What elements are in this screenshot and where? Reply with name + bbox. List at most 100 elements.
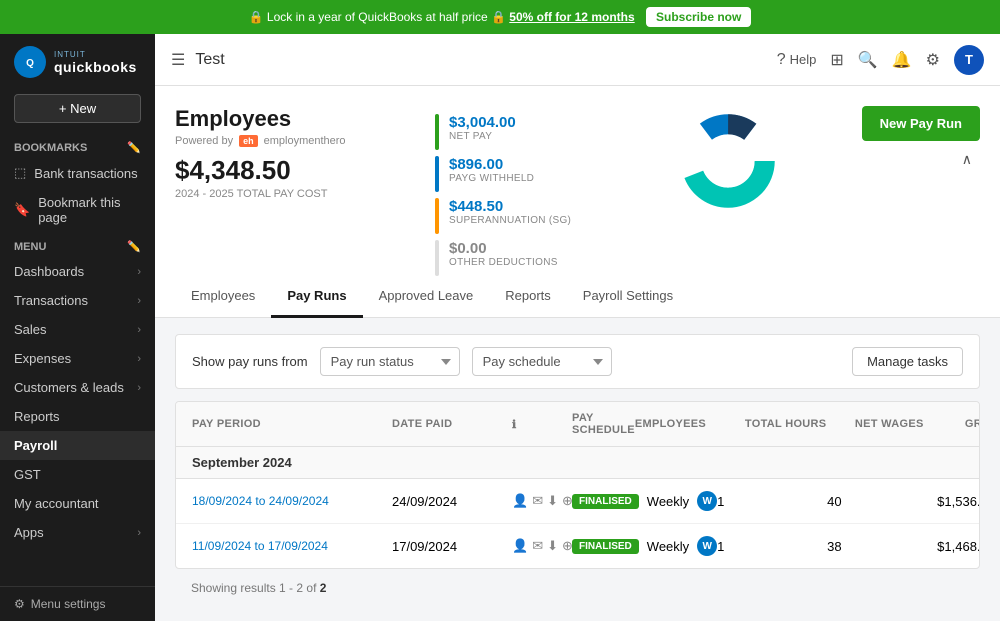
donut-chart (673, 106, 783, 216)
collapse-button[interactable]: ∧ (954, 147, 980, 172)
tab-approved-leave[interactable]: Approved Leave (363, 276, 490, 318)
total-pay-label: 2024 - 2025 TOTAL PAY COST (175, 188, 395, 200)
table-group-header: September 2024 (176, 447, 979, 479)
tab-pay-runs[interactable]: Pay Runs (271, 276, 362, 318)
payg-label: PAYG WITHHELD (449, 173, 534, 184)
sidebar-item-dashboards[interactable]: Dashboards › (0, 257, 155, 286)
help-button[interactable]: ? Help (777, 51, 817, 69)
schedule-cell-2: FINALISED Weekly W (572, 536, 717, 556)
date-paid-2: 17/09/2024 (392, 539, 512, 554)
date-paid-1: 24/09/2024 (392, 494, 512, 509)
bookmarks-label: BOOKMARKS (14, 142, 87, 154)
deductions-amount: $0.00 (449, 240, 558, 257)
sidebar: Q intuit quickbooks + New BOOKMARKS ✏️ ⬚… (0, 34, 155, 621)
settings-button[interactable]: ⚙ (926, 50, 940, 70)
avatar-letter: T (965, 52, 973, 67)
pay-period-link-2[interactable]: 11/09/2024 to 17/09/2024 (192, 539, 392, 553)
gear-icon: ⚙ (926, 50, 940, 70)
group-label: September 2024 (192, 455, 292, 470)
donut-center (702, 134, 755, 187)
col-icons: ℹ (512, 418, 572, 431)
net-wages-2: $1,468.00 (937, 539, 980, 554)
employees-count-1: 1 (717, 494, 827, 509)
table-row: 11/09/2024 to 17/09/2024 17/09/2024 👤 ✉ … (176, 524, 979, 568)
new-button[interactable]: + New (14, 94, 141, 123)
tab-payroll-settings[interactable]: Payroll Settings (567, 276, 689, 318)
pay-runs-table: PAY PERIOD DATE PAID ℹ PAY SCHEDULE EMPL… (175, 401, 980, 569)
employees-count-2: 1 (717, 539, 827, 554)
schedule-name-2: Weekly (647, 539, 689, 554)
row-action-person-icon[interactable]: 👤 (512, 493, 528, 509)
sidebar-item-my-accountant[interactable]: My accountant (0, 489, 155, 518)
chevron-right-icon: › (137, 295, 141, 307)
sidebar-reports-label: Reports (14, 409, 60, 424)
sidebar-item-sales[interactable]: Sales › (0, 315, 155, 344)
weekly-badge-1: W (697, 491, 717, 511)
col-total-hours: TOTAL HOURS (745, 418, 855, 430)
sidebar-item-payroll[interactable]: Payroll (0, 431, 155, 460)
powered-by-text: Powered by (175, 135, 233, 147)
right-panel: ☰ Test ? Help ⊞ 🔍 🔔 (155, 34, 1000, 621)
payg-amount: $896.00 (449, 156, 534, 173)
bookmark-icon: 🔖 (14, 202, 30, 218)
pay-period-link-1[interactable]: 18/09/2024 to 24/09/2024 (192, 494, 392, 508)
payroll-header: Employees Powered by eh employmenthero $… (155, 86, 1000, 276)
row-actions-2: 👤 ✉ ⬇ ⊕ (512, 538, 572, 554)
row-action-person-icon[interactable]: 👤 (512, 538, 528, 554)
help-circle-icon: ? (777, 51, 786, 69)
menu-settings-label: Menu settings (31, 597, 106, 611)
sidebar-item-apps[interactable]: Apps › (0, 518, 155, 547)
user-avatar-button[interactable]: T (954, 45, 984, 75)
apps-grid-button[interactable]: ⊞ (830, 50, 843, 70)
banner-link[interactable]: 50% off for 12 months (509, 10, 634, 24)
finalised-badge-2: FINALISED (572, 539, 639, 554)
sidebar-item-reports[interactable]: Reports (0, 402, 155, 431)
new-pay-run-button[interactable]: New Pay Run (862, 106, 980, 141)
menu-settings-item[interactable]: ⚙ Menu settings (0, 586, 155, 621)
finalised-badge-1: FINALISED (572, 494, 639, 509)
sidebar-item-bank-transactions[interactable]: ⬚ Bank transactions (0, 158, 155, 188)
sidebar-item-transactions[interactable]: Transactions › (0, 286, 155, 315)
bookmarks-edit-icon: ✏️ (127, 141, 141, 154)
manage-tasks-button[interactable]: Manage tasks (852, 347, 963, 376)
table-header: PAY PERIOD DATE PAID ℹ PAY SCHEDULE EMPL… (176, 402, 979, 447)
sidebar-transactions-label: Transactions (14, 293, 88, 308)
menu-section-header[interactable]: MENU ✏️ (0, 232, 155, 257)
sidebar-dashboards-label: Dashboards (14, 264, 84, 279)
search-button[interactable]: 🔍 (858, 50, 878, 70)
showing-results: Showing results 1 - 2 of 2 (175, 569, 980, 595)
pay-schedule-select[interactable]: Pay schedule (472, 347, 612, 376)
main-row: Q intuit quickbooks + New BOOKMARKS ✏️ ⬚… (0, 34, 1000, 621)
bank-icon: ⬚ (14, 165, 26, 181)
net-wages-1: $1,536.00 (937, 494, 980, 509)
total-pay-cost: $4,348.50 (175, 155, 395, 186)
row-action-mail-icon[interactable]: ✉ (532, 493, 543, 509)
menu-toggle-button[interactable]: ☰ (171, 50, 185, 70)
chevron-right-icon: › (137, 353, 141, 365)
sidebar-item-customers[interactable]: Customers & leads › (0, 373, 155, 402)
header-content: Employees Powered by eh employmenthero $… (175, 106, 846, 276)
bookmarks-section-header[interactable]: BOOKMARKS ✏️ (0, 133, 155, 158)
row-action-download-icon[interactable]: ⬇ (547, 538, 558, 554)
notifications-button[interactable]: 🔔 (892, 50, 912, 70)
sidebar-gst-label: GST (14, 467, 41, 482)
row-action-download-icon[interactable]: ⬇ (547, 493, 558, 509)
sidebar-item-bookmark[interactable]: 🔖 Bookmark this page (0, 188, 155, 232)
tab-reports[interactable]: Reports (489, 276, 567, 318)
pay-runs-content: Show pay runs from Pay run status Pay sc… (155, 318, 1000, 611)
sidebar-item-gst[interactable]: GST (0, 460, 155, 489)
pay-run-status-select[interactable]: Pay run status (320, 347, 460, 376)
sidebar-item-expenses[interactable]: Expenses › (0, 344, 155, 373)
col-employees: EMPLOYEES (635, 418, 745, 430)
logo-text-area: intuit quickbooks (54, 50, 137, 75)
svg-text:Q: Q (26, 58, 34, 69)
tab-employees[interactable]: Employees (175, 276, 271, 318)
stat-super-content: $448.50 SUPERANNUATION (SG) (449, 198, 571, 226)
weekly-letter-1: W (702, 496, 711, 507)
subscribe-button[interactable]: Subscribe now (646, 7, 751, 27)
pay-stats: $3,004.00 NET PAY $896.00 PAYG WI (435, 106, 571, 276)
col-pay-period: PAY PERIOD (192, 418, 392, 430)
row-action-mail-icon[interactable]: ✉ (532, 538, 543, 554)
logo-icon: Q (14, 46, 46, 78)
sidebar-item-bank-label: Bank transactions (34, 166, 137, 181)
